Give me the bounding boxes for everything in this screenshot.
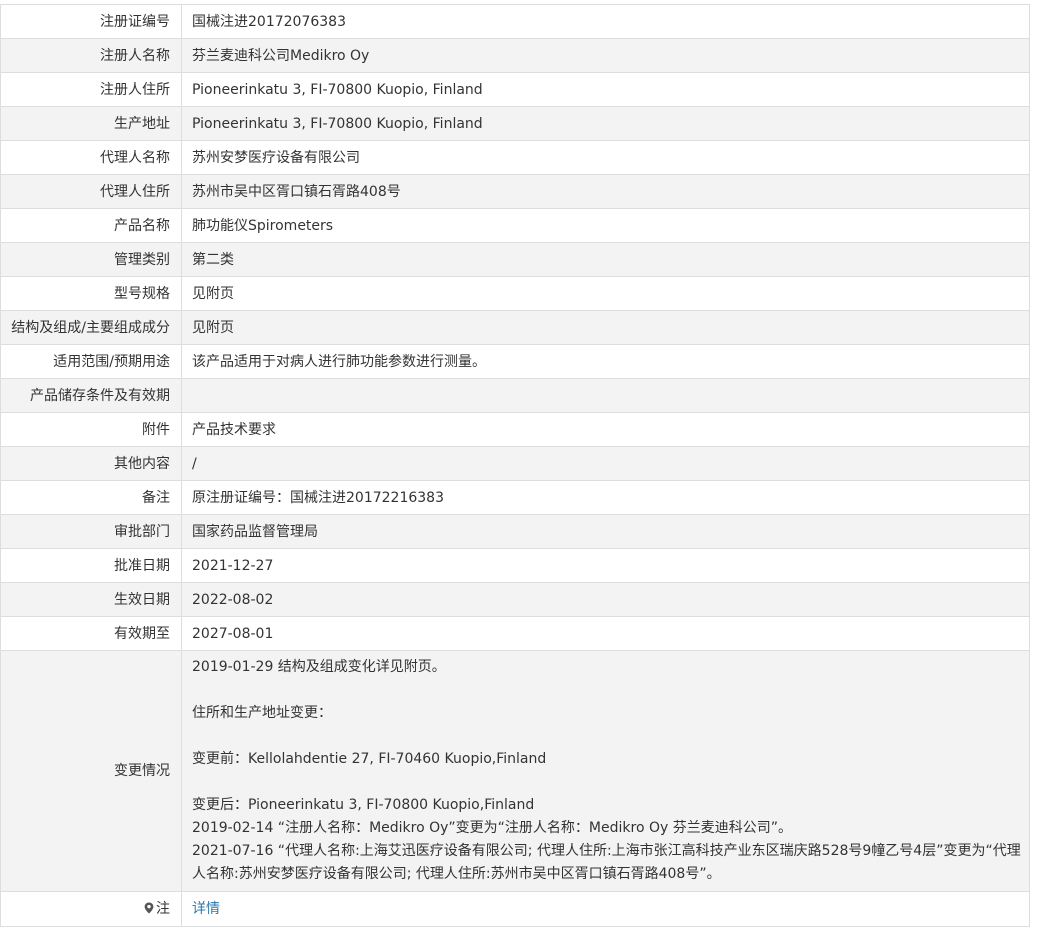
detail-row: 有效期至 2027-08-01 (0, 616, 1030, 651)
row-value: Pioneerinkatu 3, FI-70800 Kuopio, Finlan… (181, 106, 1030, 141)
row-label: 产品储存条件及有效期 (0, 378, 182, 413)
detail-row: 附件 产品技术要求 (0, 412, 1030, 447)
row-value: 第二类 (181, 242, 1030, 277)
detail-row: 代理人名称 苏州安梦医疗设备有限公司 (0, 140, 1030, 175)
detail-row: 备注 原注册证编号：国械注进20172216383 (0, 480, 1030, 515)
row-label: 附件 (0, 412, 182, 447)
change-history-row: 变更情况 2019-01-29 结构及组成变化详见附页。 住所和生产地址变更： … (0, 650, 1030, 892)
detail-row: 管理类别 第二类 (0, 242, 1030, 277)
detail-row: 生效日期 2022-08-02 (0, 582, 1030, 617)
note-label-cell: 注 (0, 891, 182, 927)
row-value: 国家药品监督管理局 (181, 514, 1030, 549)
row-label: 其他内容 (0, 446, 182, 481)
row-value (181, 378, 1030, 413)
change-line: 2019-02-14 “注册人名称：Medikro Oy”变更为“注册人名称：M… (192, 820, 792, 836)
row-label: 代理人名称 (0, 140, 182, 175)
change-line: 变更后：Pioneerinkatu 3, FI-70800 Kuopio,Fin… (192, 797, 535, 813)
details-link[interactable]: 详情 (192, 901, 220, 917)
row-label: 备注 (0, 480, 182, 515)
row-label: 结构及组成/主要组成成分 (0, 310, 182, 345)
note-value-cell: 详情 (181, 891, 1030, 927)
change-line: 2021-07-16 “代理人名称:上海艾迅医疗设备有限公司; 代理人住所:上海… (192, 843, 1021, 882)
change-line: 住所和生产地址变更： (192, 705, 332, 721)
row-label: 管理类别 (0, 242, 182, 277)
detail-row: 代理人住所 苏州市吴中区胥口镇石胥路408号 (0, 174, 1030, 209)
row-value: 国械注进20172076383 (181, 4, 1030, 39)
detail-row: 产品名称 肺功能仪Spirometers (0, 208, 1030, 243)
change-history-value: 2019-01-29 结构及组成变化详见附页。 住所和生产地址变更： 变更前：K… (181, 650, 1030, 892)
row-label: 有效期至 (0, 616, 182, 651)
note-row: 注 详情 (0, 891, 1030, 927)
row-label: 注册人名称 (0, 38, 182, 73)
detail-row: 注册人名称 芬兰麦迪科公司Medikro Oy (0, 38, 1030, 73)
detail-row: 注册人住所 Pioneerinkatu 3, FI-70800 Kuopio, … (0, 72, 1030, 107)
detail-row: 批准日期 2021-12-27 (0, 548, 1030, 583)
row-value: 产品技术要求 (181, 412, 1030, 447)
change-spacer (192, 679, 1021, 702)
row-value: 2027-08-01 (181, 616, 1030, 651)
row-value: 见附页 (181, 276, 1030, 311)
change-spacer (192, 725, 1021, 748)
detail-row: 产品储存条件及有效期 (0, 378, 1030, 413)
row-label: 生产地址 (0, 106, 182, 141)
row-value: / (181, 446, 1030, 481)
row-value: 见附页 (181, 310, 1030, 345)
row-value: 苏州安梦医疗设备有限公司 (181, 140, 1030, 175)
row-label: 适用范围/预期用途 (0, 344, 182, 379)
row-value: 肺功能仪Spirometers (181, 208, 1030, 243)
row-label: 注册证编号 (0, 4, 182, 39)
detail-row: 其他内容 / (0, 446, 1030, 481)
row-label: 产品名称 (0, 208, 182, 243)
change-line: 变更前：Kellolahdentie 27, FI-70460 Kuopio,F… (192, 751, 547, 767)
detail-row: 生产地址 Pioneerinkatu 3, FI-70800 Kuopio, F… (0, 106, 1030, 141)
detail-row: 结构及组成/主要组成成分 见附页 (0, 310, 1030, 345)
row-label: 批准日期 (0, 548, 182, 583)
row-value: 苏州市吴中区胥口镇石胥路408号 (181, 174, 1030, 209)
change-history-label: 变更情况 (0, 650, 182, 892)
row-value: 该产品适用于对病人进行肺功能参数进行测量。 (181, 344, 1030, 379)
row-value: Pioneerinkatu 3, FI-70800 Kuopio, Finlan… (181, 72, 1030, 107)
detail-row: 审批部门 国家药品监督管理局 (0, 514, 1030, 549)
change-spacer (192, 771, 1021, 794)
row-label: 生效日期 (0, 582, 182, 617)
row-value: 原注册证编号：国械注进20172216383 (181, 480, 1030, 515)
row-value: 2021-12-27 (181, 548, 1030, 583)
row-label: 型号规格 (0, 276, 182, 311)
detail-row: 型号规格 见附页 (0, 276, 1030, 311)
note-label: 注 (156, 901, 170, 917)
row-label: 代理人住所 (0, 174, 182, 209)
row-value: 2022-08-02 (181, 582, 1030, 617)
location-pin-icon (144, 900, 154, 914)
row-value: 芬兰麦迪科公司Medikro Oy (181, 38, 1030, 73)
row-label: 注册人住所 (0, 72, 182, 107)
detail-row: 注册证编号 国械注进20172076383 (0, 4, 1030, 39)
detail-table-body: 注册证编号 国械注进20172076383 注册人名称 芬兰麦迪科公司Medik… (0, 4, 1030, 927)
registration-detail-table: 注册证编号 国械注进20172076383 注册人名称 芬兰麦迪科公司Medik… (0, 4, 1030, 927)
row-label: 审批部门 (0, 514, 182, 549)
change-line: 2019-01-29 结构及组成变化详见附页。 (192, 659, 446, 675)
detail-row: 适用范围/预期用途 该产品适用于对病人进行肺功能参数进行测量。 (0, 344, 1030, 379)
